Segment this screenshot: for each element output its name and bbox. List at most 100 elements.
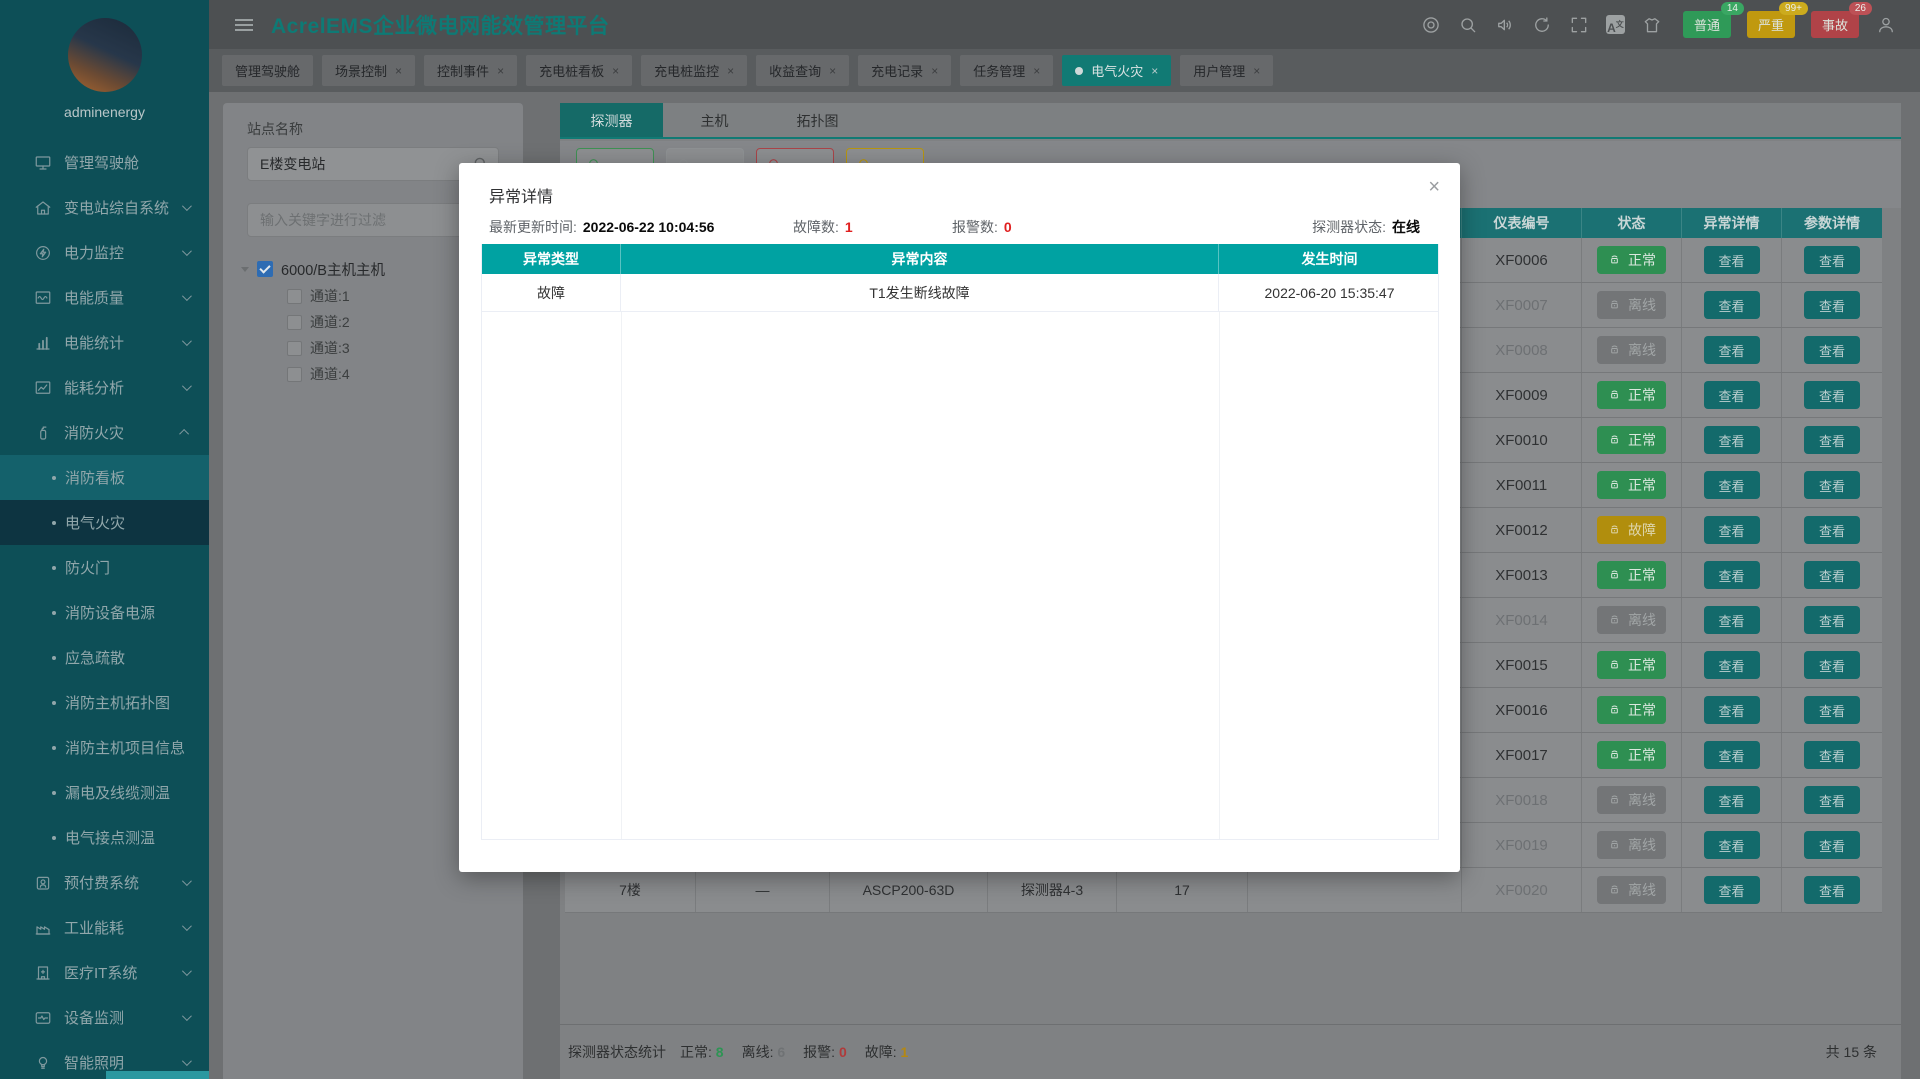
view-params-button[interactable]: 查看 <box>1804 876 1860 904</box>
chevron-up-icon <box>179 429 189 439</box>
tab-收益查询[interactable]: 收益查询× <box>756 55 849 86</box>
view-params-button[interactable]: 查看 <box>1804 651 1860 679</box>
view-params-button[interactable]: 查看 <box>1804 516 1860 544</box>
service-icon[interactable] <box>1421 15 1441 35</box>
search-icon[interactable] <box>1458 15 1478 35</box>
tab-控制事件[interactable]: 控制事件× <box>424 55 517 86</box>
view-params-button[interactable]: 查看 <box>1804 831 1860 859</box>
sidebar-item-电力监控[interactable]: 电力监控 <box>0 230 209 275</box>
tree-child-checkbox[interactable] <box>287 315 302 330</box>
sidebar-item-医疗IT系统[interactable]: 医疗IT系统 <box>0 950 209 995</box>
sidebar-item-电能统计[interactable]: 电能统计 <box>0 320 209 365</box>
view-params-button[interactable]: 查看 <box>1804 381 1860 409</box>
tab-close-icon[interactable]: × <box>1033 64 1040 78</box>
tab-close-icon[interactable]: × <box>727 64 734 78</box>
sidebar-subitem-防火门[interactable]: 防火门 <box>0 545 209 590</box>
view-exception-button[interactable]: 查看 <box>1704 876 1760 904</box>
view-exception-button[interactable]: 查看 <box>1704 336 1760 364</box>
alarm-chip-事故[interactable]: 事故26 <box>1811 11 1859 38</box>
tab-close-icon[interactable]: × <box>1253 64 1260 78</box>
view-params-button[interactable]: 查看 <box>1804 291 1860 319</box>
status-cell: 正常 <box>1582 373 1682 417</box>
view-params-button[interactable]: 查看 <box>1804 336 1860 364</box>
tab-充电桩看板[interactable]: 充电桩看板× <box>526 55 632 86</box>
content-tab-探测器[interactable]: 探测器 <box>560 103 663 137</box>
view-params-button[interactable]: 查看 <box>1804 696 1860 724</box>
sidebar-item-管理驾驶舱[interactable]: 管理驾驶舱 <box>0 140 209 185</box>
sidebar-subitem-漏电及线缆测温[interactable]: 漏电及线缆测温 <box>0 770 209 815</box>
sidebar-item-工业能耗[interactable]: 工业能耗 <box>0 905 209 950</box>
sidebar-item-能耗分析[interactable]: 能耗分析 <box>0 365 209 410</box>
tab-任务管理[interactable]: 任务管理× <box>960 55 1053 86</box>
view-params-button[interactable]: 查看 <box>1804 561 1860 589</box>
tab-close-icon[interactable]: × <box>829 64 836 78</box>
sidebar-subitem-电气火灾[interactable]: 电气火灾 <box>0 500 209 545</box>
view-exception-button[interactable]: 查看 <box>1704 606 1760 634</box>
sidebar-subitem-消防看板[interactable]: 消防看板 <box>0 455 209 500</box>
tab-close-icon[interactable]: × <box>931 64 938 78</box>
tab-管理驾驶舱[interactable]: 管理驾驶舱 <box>222 55 313 86</box>
view-params-button[interactable]: 查看 <box>1804 246 1860 274</box>
sidebar-subitem-消防主机项目信息[interactable]: 消防主机项目信息 <box>0 725 209 770</box>
tree-child-checkbox[interactable] <box>287 289 302 304</box>
modal-close-icon[interactable]: × <box>1428 177 1440 197</box>
tab-场景控制[interactable]: 场景控制× <box>322 55 415 86</box>
view-params-button[interactable]: 查看 <box>1804 741 1860 769</box>
view-params-button[interactable]: 查看 <box>1804 606 1860 634</box>
avatar[interactable] <box>68 18 142 92</box>
view-params-button[interactable]: 查看 <box>1804 426 1860 454</box>
tab-充电桩监控[interactable]: 充电桩监控× <box>641 55 747 86</box>
view-exception-button[interactable]: 查看 <box>1704 561 1760 589</box>
sidebar-subitem-消防主机拓扑图[interactable]: 消防主机拓扑图 <box>0 680 209 725</box>
tab-close-icon[interactable]: × <box>1151 64 1158 78</box>
view-exception-button[interactable]: 查看 <box>1704 696 1760 724</box>
alarm-chip-严重[interactable]: 严重99+ <box>1747 11 1795 38</box>
sidebar-item-设备监测[interactable]: 设备监测 <box>0 995 209 1040</box>
view-exception-button[interactable]: 查看 <box>1704 741 1760 769</box>
content-tab-主机[interactable]: 主机 <box>663 103 766 137</box>
tab-close-icon[interactable]: × <box>395 64 402 78</box>
view-exception-button[interactable]: 查看 <box>1704 471 1760 499</box>
tab-用户管理[interactable]: 用户管理× <box>1180 55 1273 86</box>
view-exception-button[interactable]: 查看 <box>1704 291 1760 319</box>
view-params-button[interactable]: 查看 <box>1804 471 1860 499</box>
tree-root-checkbox[interactable] <box>257 261 273 277</box>
view-exception-button[interactable]: 查看 <box>1704 786 1760 814</box>
tab-close-icon[interactable]: × <box>497 64 504 78</box>
sidebar-subitem-消防设备电源[interactable]: 消防设备电源 <box>0 590 209 635</box>
tab-close-icon[interactable]: × <box>612 64 619 78</box>
view-exception-button[interactable]: 查看 <box>1704 651 1760 679</box>
exception-cell: 查看 <box>1682 733 1782 777</box>
sidebar-subitem-label: 消防看板 <box>65 467 125 488</box>
sidebar-subitem-应急疏散[interactable]: 应急疏散 <box>0 635 209 680</box>
theme-icon[interactable] <box>1642 15 1662 35</box>
tree-child-checkbox[interactable] <box>287 341 302 356</box>
sidebar-item-变电站综自系统[interactable]: 变电站综自系统 <box>0 185 209 230</box>
substation-icon <box>34 199 52 217</box>
sidebar-item-预付费系统[interactable]: 预付费系统 <box>0 860 209 905</box>
view-exception-button[interactable]: 查看 <box>1704 516 1760 544</box>
fullscreen-icon[interactable] <box>1569 15 1589 35</box>
translate-icon[interactable]: A文 <box>1606 15 1625 34</box>
tree-caret-icon[interactable] <box>241 267 249 272</box>
sidebar-scrollbar[interactable] <box>106 1071 209 1079</box>
sidebar-subitem-电气接点测温[interactable]: 电气接点测温 <box>0 815 209 860</box>
tab-电气火灾[interactable]: 电气火灾× <box>1062 55 1171 86</box>
view-exception-button[interactable]: 查看 <box>1704 246 1760 274</box>
sidebar-item-电能质量[interactable]: 电能质量 <box>0 275 209 320</box>
content-tab-拓扑图[interactable]: 拓扑图 <box>766 103 869 137</box>
sidebar-menu: 管理驾驶舱变电站综自系统电力监控电能质量电能统计能耗分析消防火灾消防看板电气火灾… <box>0 140 209 1079</box>
status-label: 离线 <box>1628 790 1656 810</box>
user-icon[interactable] <box>1876 15 1896 35</box>
alarm-chip-普通[interactable]: 普通14 <box>1683 11 1731 38</box>
view-exception-button[interactable]: 查看 <box>1704 381 1760 409</box>
refresh-icon[interactable] <box>1532 15 1552 35</box>
view-exception-button[interactable]: 查看 <box>1704 831 1760 859</box>
sidebar-item-消防火灾[interactable]: 消防火灾 <box>0 410 209 455</box>
menu-toggle-icon[interactable] <box>235 19 253 31</box>
view-params-button[interactable]: 查看 <box>1804 786 1860 814</box>
tab-充电记录[interactable]: 充电记录× <box>858 55 951 86</box>
tree-child-checkbox[interactable] <box>287 367 302 382</box>
view-exception-button[interactable]: 查看 <box>1704 426 1760 454</box>
volume-icon[interactable] <box>1495 15 1515 35</box>
